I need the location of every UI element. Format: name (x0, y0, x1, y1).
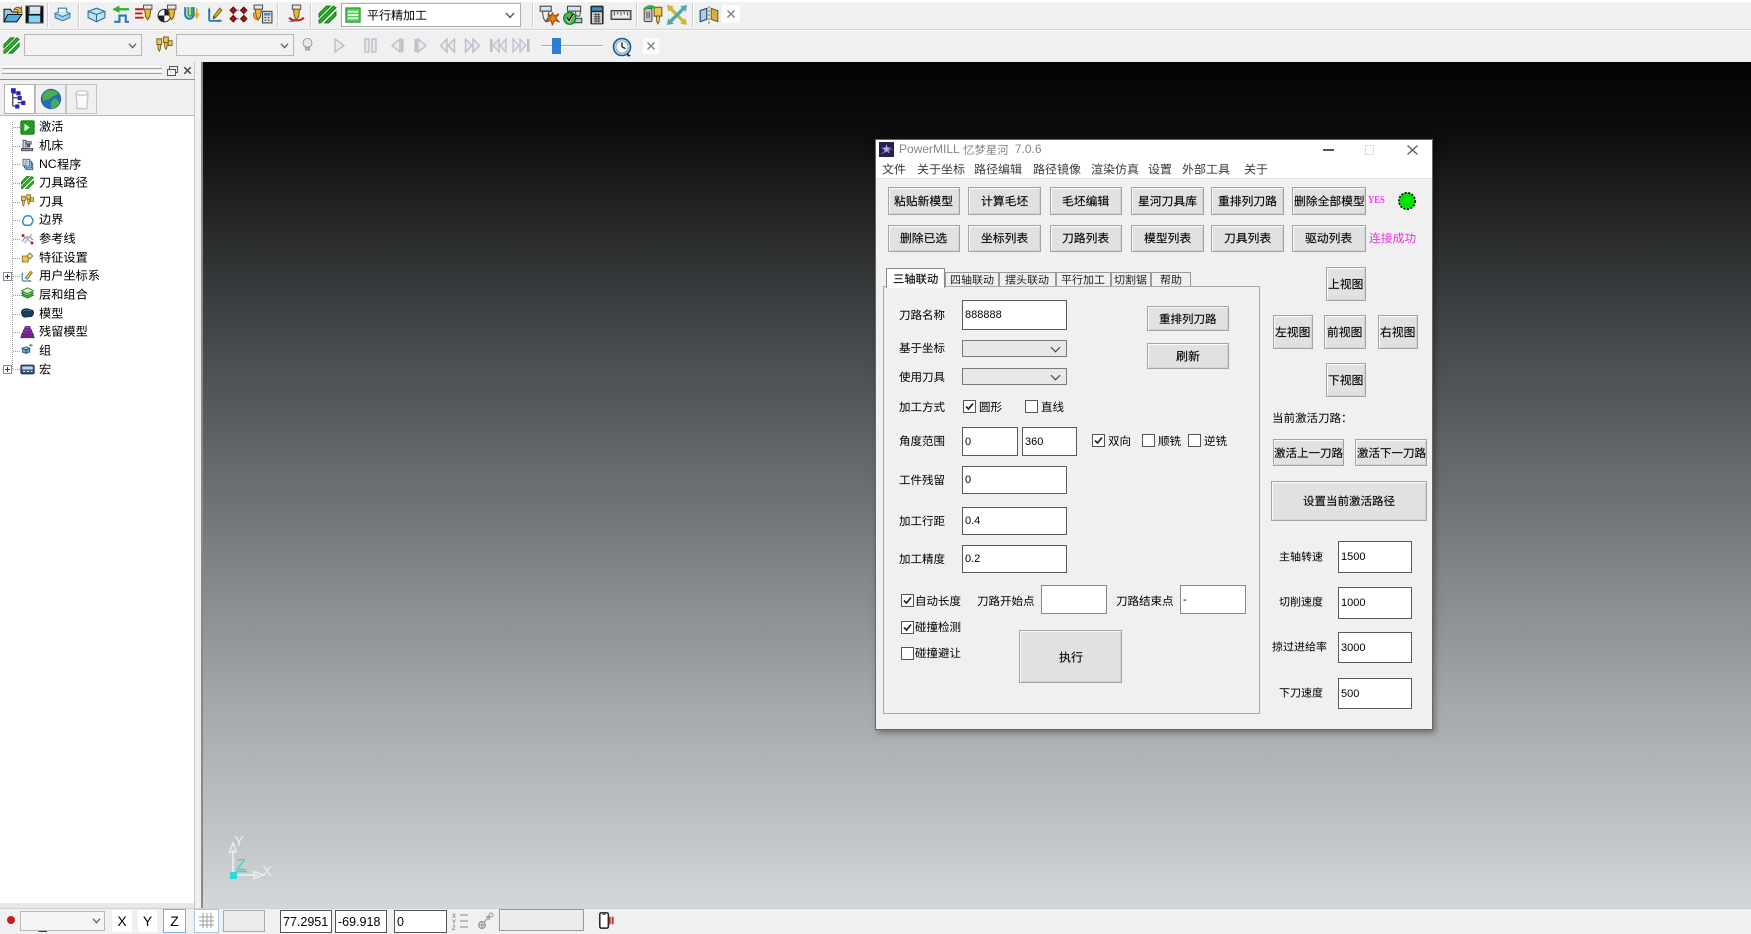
svg-text:Y: Y (234, 833, 244, 850)
svg-text:X: X (262, 863, 272, 880)
svg-text:Z: Z (452, 926, 456, 930)
